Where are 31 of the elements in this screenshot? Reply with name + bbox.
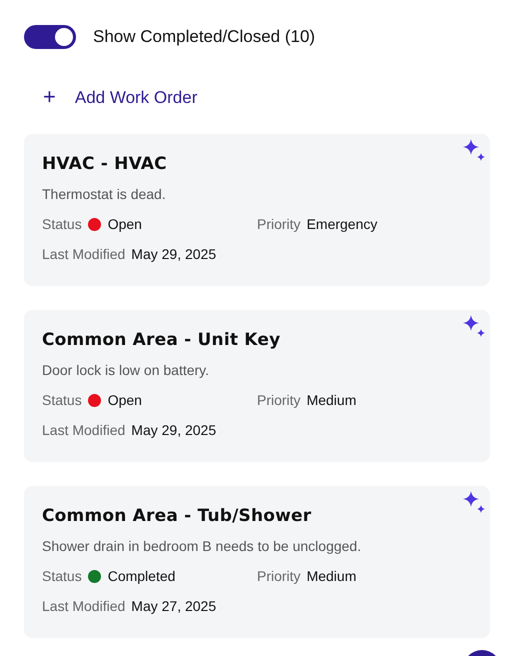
date-value: May 29, 2025 <box>131 421 216 440</box>
field-label: Last Modified <box>42 421 126 440</box>
priority-value: Medium <box>306 567 356 586</box>
card-description: Door lock is low on battery. <box>42 361 210 380</box>
card-description: Thermostat is dead. <box>42 185 167 204</box>
status-value: Open <box>108 215 142 234</box>
field-label: Last Modified <box>42 245 126 264</box>
add-work-order-button[interactable]: + Add Work Order <box>43 84 198 110</box>
toggle-switch[interactable] <box>24 24 76 49</box>
priority-value: Emergency <box>306 215 378 234</box>
field-label: Priority <box>257 391 301 410</box>
date-value: May 27, 2025 <box>131 597 216 616</box>
toggle-label: Show Completed/Closed (10) <box>93 26 316 48</box>
field-label: Status <box>42 215 82 234</box>
field-label: Priority <box>257 215 301 234</box>
status-value: Open <box>108 391 142 410</box>
date-value: May 29, 2025 <box>131 245 216 264</box>
card-title: HVAC - HVAC <box>42 154 168 174</box>
priority-value: Medium <box>306 391 356 410</box>
card-title: Common Area - Tub/Shower <box>42 506 312 526</box>
plus-icon: + <box>43 86 56 108</box>
field-label: Status <box>42 391 82 410</box>
field-label: Priority <box>257 567 301 586</box>
card-title: Common Area - Unit Key <box>42 330 282 350</box>
work-order-card[interactable]: Common Area - Tub/Shower Shower drain in bedroom B needs to be unclogged. Status Completed Priority Medium Last Modified May 27, 2025 <box>24 486 490 638</box>
work-order-card[interactable]: HVAC - HVAC Thermostat is dead. Status Open Priority Emergency Last Modified May 29, 2025 <box>24 134 490 286</box>
field-label: Last Modified <box>42 597 126 616</box>
work-order-card[interactable]: Common Area - Unit Key Door lock is low on battery. Status Open Priority Medium Last Modified May 29, 2025 <box>24 310 490 462</box>
status-value: Completed <box>108 567 176 586</box>
field-label: Status <box>42 567 82 586</box>
card-description: Shower drain in bedroom B needs to be unclogged. <box>42 537 362 556</box>
